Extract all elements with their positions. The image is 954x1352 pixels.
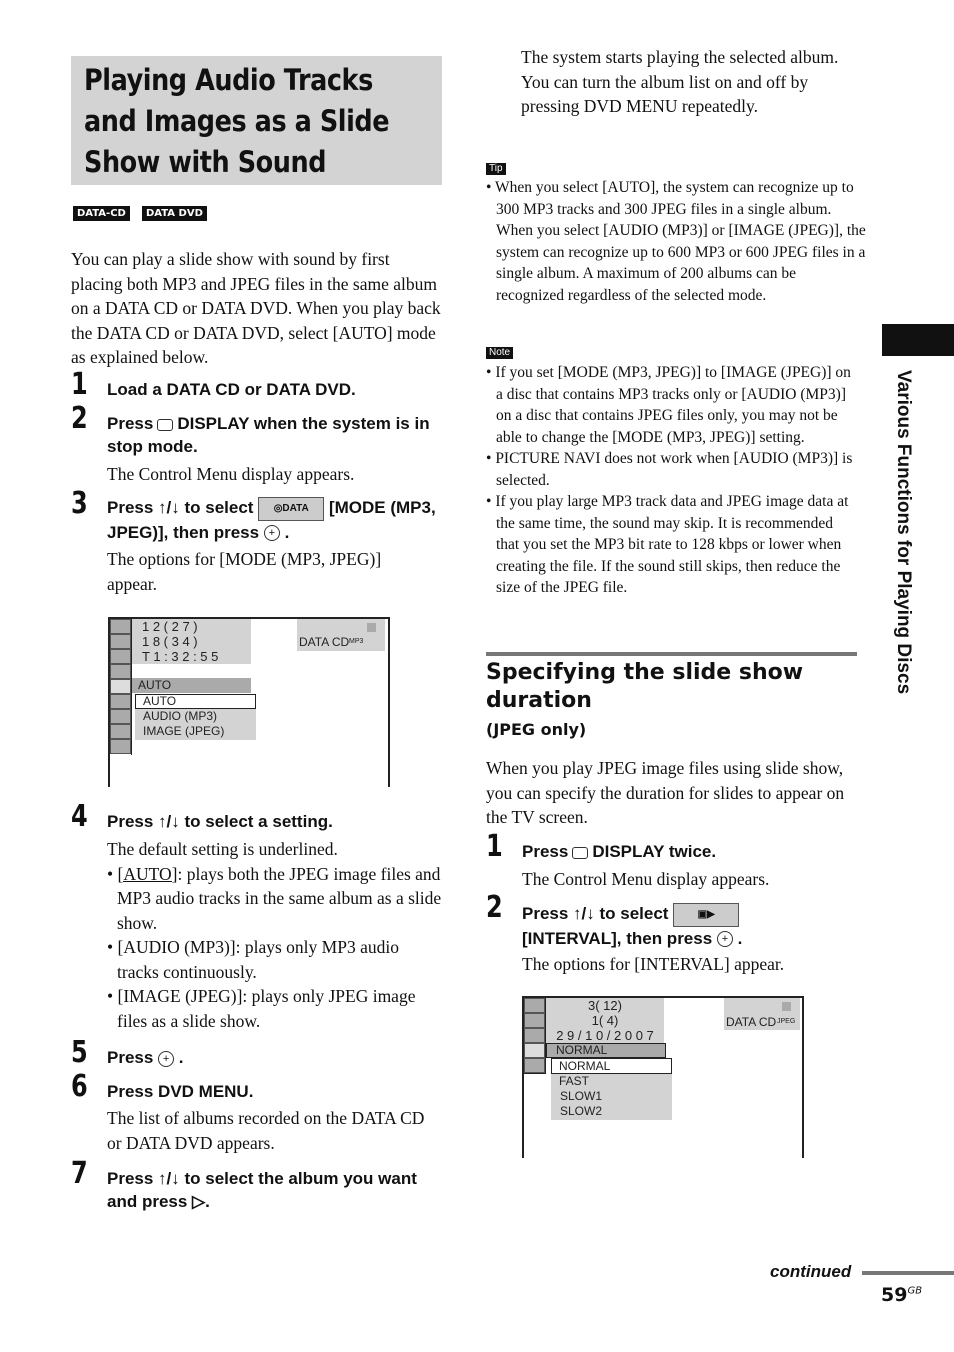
option[interactable]: IMAGE (JPEG) (135, 724, 256, 739)
step-body: The default setting is underlined. • [AU… (107, 837, 442, 1033)
step-number: 7 (71, 1156, 88, 1191)
control-menu-screen: 1 2 ( 2 7 ) 1 8 ( 3 4 ) T 1 : 3 2 : 5 5 DA… (108, 617, 390, 787)
note-item: • PICTURE NAVI does not work when [AUDIO… (486, 450, 853, 489)
menu-icon-column (524, 998, 546, 1074)
note-item: • If you play large MP3 track data and J… (486, 493, 849, 596)
options-list: NORMAL FAST SLOW1 SLOW2 (551, 1058, 672, 1120)
step-text: The default setting is underlined. (107, 839, 338, 859)
info-line: T 1 : 3 2 : 5 5 (142, 649, 219, 664)
data-mode-icon: ◎DATA (258, 496, 325, 521)
step-heading: Press ↑/↓ to select the album you want a… (107, 1169, 417, 1211)
display-button-icon (572, 846, 589, 859)
section-divider (486, 652, 857, 656)
step-text: The Control Menu display appears. (107, 464, 355, 484)
step-text: The list of albums recorded on the DATA … (107, 1108, 425, 1153)
section-subtitle: (JPEG only) (486, 720, 587, 739)
step-number: 1 (486, 829, 503, 864)
step-text: Press ↑/↓ to select (107, 498, 254, 517)
enter-button-icon: + (158, 1050, 175, 1067)
step-heading: Press DVD MENU. (107, 1082, 254, 1101)
step-number: 6 (71, 1069, 88, 1104)
display-button-icon (157, 418, 174, 431)
side-tab-marker (882, 324, 954, 356)
current-setting: NORMAL (546, 1043, 666, 1058)
step-heading: Load a DATA CD or DATA DVD. (107, 380, 356, 399)
step-number: 2 (486, 890, 503, 925)
page-title: Playing Audio Tracks and Images as a Sli… (84, 63, 390, 179)
step-number: 5 (71, 1035, 88, 1070)
step-continuation: The system starts playing the selected a… (521, 45, 851, 119)
result-text: You can turn the album list on and off b… (521, 71, 809, 117)
step-text: The Control Menu display appears. (522, 869, 770, 889)
disc-type: DATA CD JPEG (724, 998, 800, 1030)
step-heading: Press ↑/↓ to select ◎DATA [MODE (MP3, JP… (107, 496, 436, 542)
disc-label: DATA CD (299, 635, 350, 649)
notes-list: • If you set [MODE (MP3, JPEG)] to [IMAG… (486, 362, 856, 599)
disc-type: DATA CD MP3 (297, 619, 385, 651)
section-intro: When you play JPEG image files using sli… (486, 758, 845, 827)
step-number: 3 (71, 486, 88, 521)
page-number: 59GB (881, 1284, 923, 1306)
current-setting: AUTO (132, 678, 251, 693)
disc-info: 1 2 ( 2 7 ) 1 8 ( 3 4 ) T 1 : 3 2 : 5 5 (132, 619, 251, 664)
note-label: Note (486, 347, 514, 359)
control-menu-screen: 3( 12) 1( 4) 2 9 / 1 0 / 2 0 0 7 DATA CD JP… (522, 996, 804, 1158)
section-title: Specifying the slide show duration (486, 660, 804, 713)
step-heading: Press ↑/↓ to select a setting. (107, 812, 333, 831)
continued-rule (862, 1271, 954, 1275)
option-selected[interactable]: NORMAL (551, 1058, 672, 1074)
continued-label: continued (770, 1262, 852, 1281)
option[interactable]: AUDIO (MP3) (135, 709, 256, 724)
intro-text: You can play a slide show with sound by … (71, 249, 441, 367)
badge-data-cd: DATA-CD (73, 206, 130, 221)
step-heading: Press + . (107, 1048, 184, 1067)
disc-info: 3( 12) 1( 4) 2 9 / 1 0 / 2 0 0 7 (546, 998, 664, 1043)
result-text: The system starts playing the selected a… (521, 47, 839, 67)
note-item: • If you set [MODE (MP3, JPEG)] to [IMAG… (486, 364, 851, 446)
step-number: 1 (71, 367, 88, 402)
option-selected[interactable]: AUTO (135, 694, 256, 709)
title-box: Playing Audio Tracks and Images as a Sli… (71, 56, 442, 185)
step-heading: Press ↑/↓ to select ▣▶ [INTERVAL], then p… (522, 902, 743, 948)
tip-label: Tip (486, 163, 506, 175)
side-tab-label: Various Functions for Playing Discs (893, 370, 914, 695)
step-text: Press ↑/↓ to select the album you want a… (107, 1169, 417, 1211)
step-text: Press (107, 414, 154, 433)
enter-button-icon: + (263, 525, 280, 542)
step-number: 4 (71, 799, 88, 834)
manual-page: Playing Audio Tracks and Images as a Sli… (0, 0, 954, 1352)
bullet-item: • [AUDIO (MP3)]: plays only MP3 audio tr… (107, 937, 399, 982)
step-number: 2 (71, 401, 88, 436)
options-list: AUTO AUDIO (MP3) IMAGE (JPEG) (135, 694, 256, 740)
info-line: 1 8 ( 3 4 ) (142, 634, 198, 649)
option[interactable]: SLOW1 (551, 1089, 672, 1104)
option[interactable]: SLOW2 (551, 1104, 672, 1119)
step-heading: Press DISPLAY twice. (522, 842, 717, 861)
step-heading: Press DISPLAY when the system is in stop … (107, 412, 447, 458)
format-label: MP3 (349, 638, 364, 645)
bullet-item: • [IMAGE (JPEG)]: plays only JPEG image … (107, 986, 416, 1031)
step-text: DISPLAY when the system is in stop mode. (107, 414, 430, 456)
step-text: Press (107, 1048, 154, 1067)
step-text: The options for [MODE (MP3, JPEG)] appea… (107, 549, 382, 594)
info-line: 1 2 ( 2 7 ) (142, 619, 198, 634)
interval-icon: ▣▶ (673, 902, 740, 927)
play-button-icon: ▷ (192, 1192, 206, 1211)
menu-icon-column (110, 619, 132, 755)
badge-data-dvd: DATA DVD (142, 206, 207, 221)
enter-button-icon: + (716, 931, 733, 948)
option[interactable]: FAST (551, 1074, 672, 1089)
tip-text: • When you select [AUTO], the system can… (486, 179, 866, 304)
step-text: The options for [INTERVAL] appear. (522, 954, 785, 974)
bullet-item: • [AUTO]: plays both the JPEG image file… (107, 863, 442, 933)
